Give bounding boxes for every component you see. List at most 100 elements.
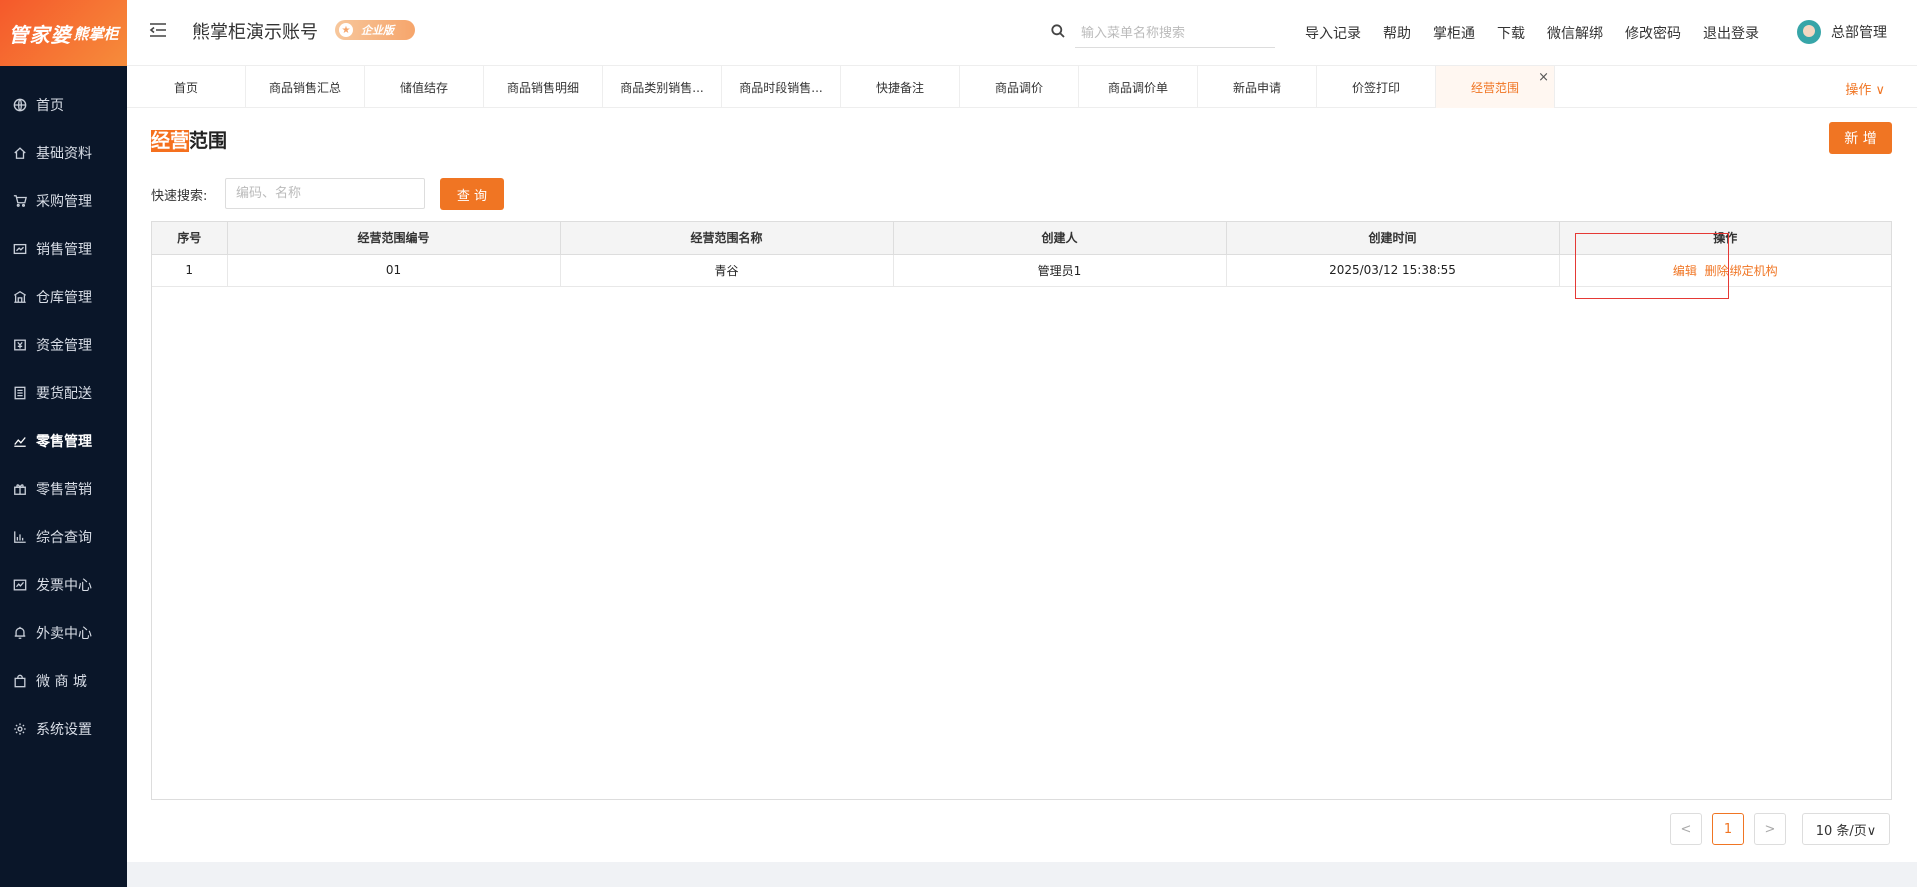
- menu-search-input[interactable]: [1075, 20, 1275, 48]
- sidebar-item-takeout[interactable]: 外卖中心: [0, 609, 127, 657]
- sidebar-item-funds[interactable]: 资金管理: [0, 321, 127, 369]
- star-icon: ★: [339, 23, 353, 37]
- cell-name: 青谷: [560, 254, 894, 287]
- col-header-name: 经营范围名称: [560, 222, 894, 255]
- page-tabs: 首页 商品销售汇总 储值结存 商品销售明细 商品类别销售... 商品时段销售..…: [127, 66, 1917, 108]
- cell-actions: 编辑 删除绑定机构: [1559, 254, 1891, 287]
- top-header: 熊掌柜演示账号 ★ 企业版 导入记录 帮助 掌柜通 下载 微信解绑 修改密码 退…: [127, 0, 1917, 66]
- edition-badge: ★ 企业版: [335, 20, 415, 40]
- next-page-button[interactable]: >: [1754, 813, 1786, 845]
- tab-label: 商品销售汇总: [268, 80, 341, 95]
- sidebar-item-retail[interactable]: 零售管理: [0, 417, 127, 465]
- prev-page-button[interactable]: <: [1670, 813, 1702, 845]
- col-header-actions: 操作: [1559, 222, 1891, 255]
- help-link[interactable]: 帮助: [1383, 23, 1411, 43]
- quick-search-input[interactable]: [225, 178, 425, 209]
- quick-search-label: 快速搜索:: [151, 189, 208, 204]
- tab-operations-dropdown[interactable]: 操作 ∨: [1845, 79, 1885, 98]
- data-table-container: 序号 经营范围编号 经营范围名称 创建人 创建时间 操作 1 01 青谷 管理员…: [151, 221, 1892, 800]
- delete-link[interactable]: 删除: [1705, 264, 1729, 278]
- cell-code: 01: [227, 254, 561, 287]
- col-header-seq: 序号: [152, 222, 228, 255]
- change-password-link[interactable]: 修改密码: [1625, 23, 1681, 43]
- download-link[interactable]: 下载: [1497, 23, 1525, 43]
- sidebar-item-purchase[interactable]: 采购管理: [0, 177, 127, 225]
- avatar: [1797, 20, 1821, 44]
- cell-created-at: 2025/03/12 15:38:55: [1226, 254, 1560, 287]
- tab-label: 首页: [173, 80, 198, 95]
- tab-price-adjust[interactable]: 商品调价: [960, 66, 1079, 108]
- page-title: 经营范围: [151, 126, 227, 153]
- invoice-icon: [12, 577, 28, 593]
- bind-org-link[interactable]: 绑定机构: [1730, 264, 1778, 278]
- edition-badge-label: 企业版: [361, 24, 394, 37]
- tab-price-tag-print[interactable]: 价签打印: [1317, 66, 1436, 108]
- sidebar-item-retail-marketing[interactable]: 零售营销: [0, 465, 127, 513]
- sidebar: 管家婆 熊掌柜 首页 基础资料 采购管理 销售管理 仓库管理 资金管理 要货配送…: [0, 0, 127, 887]
- sidebar-item-label: 资金管理: [36, 338, 92, 354]
- wechat-unbind-link[interactable]: 微信解绑: [1547, 23, 1603, 43]
- table-row: 1 01 青谷 管理员1 2025/03/12 15:38:55 编辑 删除绑定…: [152, 254, 1891, 287]
- sidebar-item-label: 零售营销: [36, 482, 92, 498]
- globe-icon: [12, 97, 28, 113]
- col-header-created-at: 创建时间: [1226, 222, 1560, 255]
- user-name: 总部管理: [1831, 25, 1887, 41]
- import-records-link[interactable]: 导入记录: [1305, 23, 1361, 43]
- pagination: < 1 > 10 条/页∨: [1670, 813, 1890, 845]
- sidebar-item-settings[interactable]: 系统设置: [0, 705, 127, 753]
- page-1-button[interactable]: 1: [1712, 813, 1744, 845]
- page-title-highlight: 经营: [151, 130, 190, 152]
- sidebar-item-label: 首页: [36, 98, 64, 114]
- funds-icon: [12, 337, 28, 353]
- tab-new-product-request[interactable]: 新品申请: [1198, 66, 1317, 108]
- edit-link[interactable]: 编辑: [1673, 264, 1697, 278]
- add-button[interactable]: 新 增: [1829, 122, 1892, 154]
- sidebar-item-label: 采购管理: [36, 194, 92, 210]
- sidebar-item-label: 系统设置: [36, 722, 92, 738]
- sidebar-item-label: 零售管理: [36, 434, 92, 450]
- tab-label: 商品调价单: [1107, 80, 1168, 95]
- sidebar-item-micro-mall[interactable]: 微 商 城: [0, 657, 127, 705]
- tab-quick-notes[interactable]: 快捷备注: [841, 66, 960, 108]
- tab-label: 储值结存: [399, 80, 448, 95]
- tab-category-sales[interactable]: 商品类别销售...: [603, 66, 722, 108]
- sidebar-item-query[interactable]: 综合查询: [0, 513, 127, 561]
- tab-stored-value[interactable]: 储值结存: [365, 66, 484, 108]
- tab-sales-summary[interactable]: 商品销售汇总: [246, 66, 365, 108]
- tab-label: 商品时段销售...: [739, 80, 823, 95]
- tab-home[interactable]: 首页: [127, 66, 246, 108]
- sidebar-item-warehouse[interactable]: 仓库管理: [0, 273, 127, 321]
- menu-toggle-icon[interactable]: [149, 22, 167, 38]
- warehouse-icon: [12, 289, 28, 305]
- sidebar-item-basic-data[interactable]: 基础资料: [0, 129, 127, 177]
- sidebar-item-label: 仓库管理: [36, 290, 92, 306]
- cart-icon: [12, 193, 28, 209]
- home-icon: [12, 145, 28, 161]
- logout-link[interactable]: 退出登录: [1703, 23, 1759, 43]
- tab-business-scope[interactable]: 经营范围 ×: [1436, 66, 1555, 108]
- tab-label: 商品类别销售...: [620, 80, 704, 95]
- sidebar-item-label: 销售管理: [36, 242, 92, 258]
- close-icon[interactable]: ×: [1538, 70, 1549, 85]
- page-size-select[interactable]: 10 条/页∨: [1802, 813, 1890, 845]
- zhangguitong-link[interactable]: 掌柜通: [1433, 23, 1475, 43]
- sidebar-item-label: 外卖中心: [36, 626, 92, 642]
- sidebar-item-sales[interactable]: 销售管理: [0, 225, 127, 273]
- user-menu[interactable]: 总部管理: [1797, 20, 1887, 44]
- sidebar-item-label: 要货配送: [36, 386, 92, 402]
- logo-sub-text: 熊掌柜: [73, 24, 119, 43]
- chart-icon: [12, 433, 28, 449]
- tab-label: 快捷备注: [875, 80, 924, 95]
- query-button[interactable]: 查 询: [440, 178, 504, 210]
- sidebar-item-delivery[interactable]: 要货配送: [0, 369, 127, 417]
- sidebar-item-home[interactable]: 首页: [0, 81, 127, 129]
- brand-logo: 管家婆 熊掌柜: [0, 0, 127, 66]
- cell-seq: 1: [152, 254, 228, 287]
- tab-period-sales[interactable]: 商品时段销售...: [722, 66, 841, 108]
- list-icon: [12, 385, 28, 401]
- tab-price-adjust-order[interactable]: 商品调价单: [1079, 66, 1198, 108]
- tab-sales-detail[interactable]: 商品销售明细: [484, 66, 603, 108]
- footer-bar: [127, 862, 1917, 887]
- sidebar-item-invoice[interactable]: 发票中心: [0, 561, 127, 609]
- tab-label: 商品调价: [994, 80, 1043, 95]
